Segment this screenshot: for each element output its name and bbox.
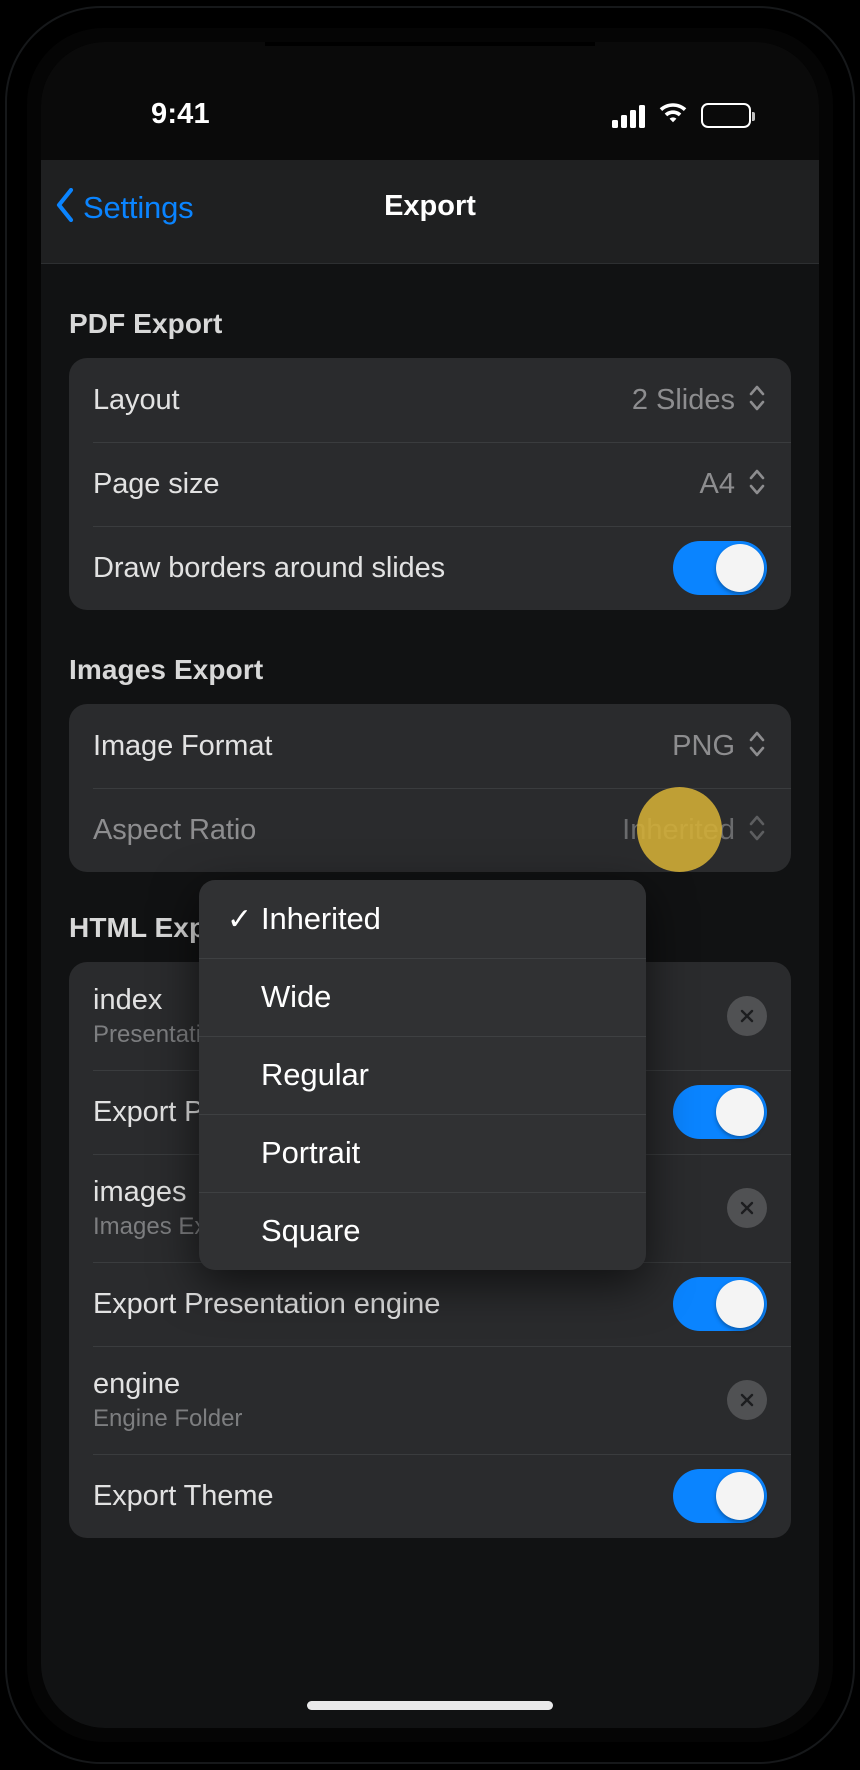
export-presentation-toggle[interactable] [673, 1085, 767, 1139]
page-title: Export [384, 190, 476, 222]
row-draw-borders[interactable]: Draw borders around slides [69, 526, 791, 610]
group-pdf-export: Layout 2 Slides Page size A4 Draw border… [69, 358, 791, 610]
menu-item-wide[interactable]: Wide [199, 958, 646, 1036]
menu-item-square-label: Square [261, 1213, 361, 1248]
row-draw-borders-label: Draw borders around slides [93, 551, 446, 584]
export-presentation-engine-toggle[interactable] [673, 1277, 767, 1331]
row-export-presentation-engine[interactable]: Export Presentation engine [69, 1262, 791, 1346]
tap-highlight-indicator [637, 787, 722, 872]
status-bar: 9:41 [41, 42, 819, 160]
menu-item-wide-label: Wide [261, 979, 332, 1014]
row-engine-folder[interactable]: engine Engine Folder [69, 1346, 791, 1454]
stepper-updown-icon[interactable] [747, 727, 767, 766]
row-image-format[interactable]: Image Format PNG [69, 704, 791, 788]
notch [265, 42, 595, 46]
row-page-size-label: Page size [93, 467, 220, 500]
row-image-format-value: PNG [672, 729, 735, 762]
row-export-theme[interactable]: Export Theme [69, 1454, 791, 1538]
row-engine-folder-subtitle: Engine Folder [93, 1404, 243, 1432]
export-theme-toggle[interactable] [673, 1469, 767, 1523]
row-export-theme-label: Export Theme [93, 1479, 274, 1512]
menu-item-square[interactable]: Square [199, 1192, 646, 1270]
phone-screen: 9:41 Settings Export PDF Export Layout 2… [41, 42, 819, 1728]
wifi-icon [657, 99, 689, 128]
row-engine-folder-title: engine [93, 1367, 181, 1400]
home-indicator[interactable] [307, 1701, 553, 1710]
clear-images-folder-icon[interactable] [727, 1188, 767, 1228]
cellular-bars-icon [612, 104, 645, 128]
menu-item-inherited[interactable]: ✓ Inherited [199, 880, 646, 958]
status-time: 9:41 [151, 98, 210, 130]
row-export-presentation-engine-label: Export Presentation engine [93, 1287, 441, 1320]
draw-borders-toggle[interactable] [673, 541, 767, 595]
row-layout-label: Layout [93, 383, 180, 416]
menu-item-inherited-label: Inherited [261, 901, 381, 936]
clear-index-file-icon[interactable] [727, 996, 767, 1036]
row-aspect-ratio-label: Aspect Ratio [93, 813, 257, 846]
menu-item-portrait[interactable]: Portrait [199, 1114, 646, 1192]
row-layout[interactable]: Layout 2 Slides [69, 358, 791, 442]
battery-full-icon [701, 103, 755, 128]
row-layout-value: 2 Slides [631, 383, 735, 416]
phone-bezel: 9:41 Settings Export PDF Export Layout 2… [27, 28, 833, 1742]
stepper-updown-icon[interactable] [747, 811, 767, 850]
section-header-images-export: Images Export [69, 654, 264, 685]
row-page-size-value: A4 [699, 467, 735, 500]
aspect-ratio-dropdown-menu[interactable]: ✓ Inherited Wide Regular Portrait Square [199, 880, 646, 1270]
status-indicators [612, 98, 755, 128]
menu-item-portrait-label: Portrait [261, 1135, 361, 1170]
row-engine-folder-text: engine Engine Folder [93, 1368, 727, 1433]
clear-engine-folder-icon[interactable] [727, 1380, 767, 1420]
section-header-pdf-export: PDF Export [69, 308, 223, 339]
menu-item-regular[interactable]: Regular [199, 1036, 646, 1114]
phone-frame: 9:41 Settings Export PDF Export Layout 2… [5, 6, 855, 1764]
stepper-updown-icon[interactable] [747, 381, 767, 420]
stepper-updown-icon[interactable] [747, 465, 767, 504]
row-image-format-label: Image Format [93, 729, 273, 762]
checkmark-icon: ✓ [227, 902, 253, 936]
nav-bar: Settings Export [41, 160, 819, 264]
row-page-size[interactable]: Page size A4 [69, 442, 791, 526]
menu-item-regular-label: Regular [261, 1057, 369, 1092]
